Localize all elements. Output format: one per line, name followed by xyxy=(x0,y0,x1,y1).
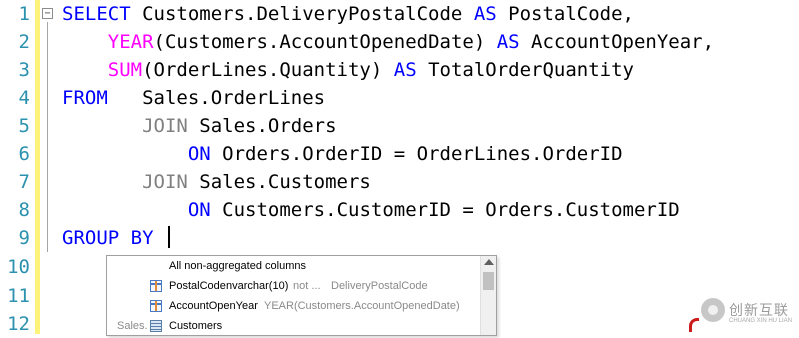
line-number: 1 xyxy=(18,3,30,25)
sql-keyword: AS xyxy=(473,3,497,25)
line-number: 8 xyxy=(18,199,30,221)
sql-editor[interactable]: 1 2 3 4 5 6 7 8 9 10 11 12 − SELECT Cust… xyxy=(0,0,799,336)
sql-keyword: FROM xyxy=(62,87,108,109)
code-line[interactable]: YEAR(Customers.AccountOpenedDate) AS Acc… xyxy=(62,28,714,56)
code-text: (Customers.AccountOpenedDate) xyxy=(153,31,497,53)
sql-keyword: ON xyxy=(187,143,211,165)
code-text: (OrderLines.Quantity) xyxy=(142,59,394,81)
column-icon xyxy=(150,280,162,292)
code-line[interactable]: SUM(OrderLines.Quantity) AS TotalOrderQu… xyxy=(62,56,634,84)
line-number: 7 xyxy=(18,171,30,193)
watermark-logo: 创新互联 CHUANG XIN HU LIAN xyxy=(697,298,799,328)
sql-join-keyword: JOIN xyxy=(142,171,188,193)
code-line[interactable]: ON Orders.OrderID = OrderLines.OrderID xyxy=(62,140,623,168)
code-text: Sales.Customers xyxy=(187,171,371,193)
sql-keyword: SELECT xyxy=(62,3,131,25)
completion-item-label: AccountOpenYear xyxy=(169,300,258,312)
completion-item-label: All non-aggregated columns xyxy=(169,260,306,272)
sql-function: YEAR xyxy=(107,31,154,53)
completion-item-all-non-aggregated[interactable]: All non-aggregated columns xyxy=(107,256,479,276)
code-text: AccountOpenYear, xyxy=(519,31,715,53)
completion-item-customers[interactable]: Sales. Customers xyxy=(107,316,479,336)
line-number-gutter: 1 2 3 4 5 6 7 8 9 10 11 12 xyxy=(0,0,34,335)
code-line[interactable]: SELECT Customers.DeliveryPostalCode AS P… xyxy=(62,0,634,28)
line-number: 2 xyxy=(18,31,30,53)
code-text: Sales.Orders xyxy=(187,115,337,137)
code-text: Sales.OrderLines xyxy=(107,87,326,109)
line-number: 9 xyxy=(18,227,30,249)
completion-item-postalcode[interactable]: PostalCode nvarchar(10) not ... Delivery… xyxy=(107,276,479,296)
code-line[interactable]: JOIN Sales.Orders xyxy=(62,112,337,140)
completion-item-type: nvarchar(10) xyxy=(226,280,289,292)
completion-item-detail: DeliveryPostalCode xyxy=(331,280,428,292)
code-text: Orders.OrderID = OrderLines.OrderID xyxy=(210,143,623,165)
intellisense-completion-list[interactable]: All non-aggregated columns PostalCode nv… xyxy=(106,255,497,336)
code-line[interactable]: JOIN Sales.Customers xyxy=(62,168,371,196)
completion-item-label: Customers xyxy=(169,320,223,332)
scrollbar-thumb[interactable] xyxy=(483,272,494,290)
line-number: 3 xyxy=(18,59,30,81)
completion-list-scrollbar[interactable] xyxy=(480,256,496,335)
collapse-region-icon[interactable]: − xyxy=(42,8,53,19)
sql-keyword: AS xyxy=(496,31,520,53)
sql-function: SUM xyxy=(107,59,143,81)
line-number: 11 xyxy=(7,285,30,307)
line-number: 6 xyxy=(18,143,30,165)
line-number: 4 xyxy=(18,87,30,109)
outline-region-line xyxy=(47,22,48,252)
code-line[interactable]: ON Customers.CustomerID = Orders.Custome… xyxy=(62,196,680,224)
sql-keyword: ON xyxy=(187,199,211,221)
completion-item-schema: Sales. xyxy=(117,320,148,332)
sql-keyword: GROUP BY xyxy=(62,227,154,249)
completion-item-label: PostalCode xyxy=(169,280,226,292)
scroll-up-arrow-icon[interactable] xyxy=(484,259,494,265)
code-line[interactable]: FROM Sales.OrderLines xyxy=(62,84,325,112)
code-text: Customers.DeliveryPostalCode xyxy=(130,3,474,25)
completion-item-accountopenyear[interactable]: AccountOpenYear YEAR(Customers.AccountOp… xyxy=(107,296,479,316)
completion-item-detail: YEAR(Customers.AccountOpenedDate) xyxy=(264,300,460,312)
text-caret xyxy=(167,226,170,248)
change-tracking-bar xyxy=(35,0,40,334)
sql-join-keyword: JOIN xyxy=(142,115,188,137)
table-icon xyxy=(150,320,162,332)
sql-keyword: AS xyxy=(393,59,417,81)
watermark-logo-icon xyxy=(701,298,725,322)
completion-item-extra: not ... xyxy=(293,280,321,292)
watermark-text: 创新互联 xyxy=(729,302,789,318)
column-icon xyxy=(150,300,162,312)
code-text: TotalOrderQuantity xyxy=(416,59,634,81)
code-text: PostalCode, xyxy=(496,3,634,25)
code-line[interactable]: GROUP BY xyxy=(62,224,170,252)
line-number: 10 xyxy=(7,256,30,278)
watermark-subtext: CHUANG XIN HU LIAN xyxy=(729,318,793,324)
line-number: 5 xyxy=(18,115,30,137)
code-text: Customers.CustomerID = Orders.CustomerID xyxy=(210,199,680,221)
